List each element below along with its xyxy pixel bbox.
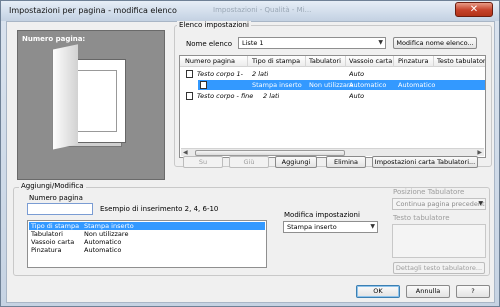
col-separator [393, 56, 394, 67]
dialog-window: Impostazioni per pagina - modifica elenc… [0, 0, 500, 307]
row-tipo: 2 lati [263, 92, 280, 100]
row-vassoio: Auto [349, 70, 365, 78]
listbox-key: Pinzatura [31, 246, 62, 254]
dialog-client: Numero pagina: Elenco impostazioni Nome … [6, 21, 495, 303]
elimina-label: Elimina [334, 158, 358, 166]
row-numero: Testo corpo - fine [197, 92, 254, 100]
dettagli-testo-label: Dettagli testo tabulatore... [395, 264, 483, 272]
giu-label: Giù [243, 158, 255, 166]
posizione-tabulatore-value: Continua pagina precedente [396, 200, 486, 208]
help-icon: ? [471, 287, 475, 295]
chevron-down-icon: ▼ [378, 39, 383, 46]
document-icon [186, 92, 193, 100]
document-icon [186, 70, 193, 78]
col-separator [305, 56, 306, 67]
col-vassoio-carta[interactable]: Vassoio carta [349, 57, 392, 65]
horizontal-scrollbar[interactable]: ◀ ▶ [181, 148, 484, 156]
annulla-button[interactable]: Annulla [406, 285, 450, 298]
esempio-text: Esempio di inserimento 2, 4, 6-10 [100, 205, 219, 213]
background-window-title: Impostazioni - Qualità - Mi... [213, 6, 312, 14]
chevron-down-icon: ▼ [370, 223, 375, 230]
listbox-value: Automatico [84, 238, 122, 246]
ok-button[interactable]: OK [356, 285, 400, 298]
impostazioni-tabulatori-button[interactable]: Impostazioni carta Tabulatori... [372, 156, 478, 168]
listview-row[interactable]: Testo corpo 1- 2 lati Auto [180, 69, 485, 79]
modifica-impostazioni-value: Stampa inserto [287, 223, 337, 231]
elimina-button[interactable]: Elimina [326, 156, 366, 168]
su-label: Su [198, 158, 208, 166]
listview-row[interactable]: Testo corpo - fine 2 lati Auto [180, 91, 485, 101]
aggiungi-group-label: Aggiungi/Modifica [19, 182, 86, 190]
col-separator [345, 56, 346, 67]
col-separator [433, 56, 434, 67]
document-icon [200, 81, 207, 89]
listbox-item[interactable]: Vassoio carta Automatico [29, 238, 265, 246]
listbox-item-selected[interactable]: Tipo di stampa Stampa inserto [29, 222, 265, 230]
window-title: Impostazioni per pagina - modifica elenc… [9, 6, 177, 15]
listbox-key: Tabulatori [31, 230, 63, 238]
elenco-group-label: Elenco impostazioni [177, 21, 251, 29]
impostazioni-tabulatori-label: Impostazioni carta Tabulatori... [374, 158, 476, 166]
settings-listview[interactable]: Numero pagina Tipo di stampa Tabulatori … [179, 55, 486, 158]
col-testo-tabulatore[interactable]: Testo tabulatore [437, 57, 485, 65]
su-button[interactable]: Su [183, 156, 223, 168]
modifica-impostazioni-select[interactable]: Stampa inserto ▼ [283, 221, 378, 233]
modifica-impostazioni-label: Modifica impostazioni [284, 211, 360, 219]
row-vassoio: Automatico [349, 81, 387, 89]
listview-header: Numero pagina Tipo di stampa Tabulatori … [180, 56, 485, 67]
row-tabulatori: Non utilizzare [309, 81, 354, 89]
help-button[interactable]: ? [456, 285, 490, 298]
listview-row-selected[interactable]: Stampa inserto Non utilizzare Automatico… [198, 80, 485, 90]
nome-elenco-value: Liste 1 [242, 39, 264, 47]
giu-button[interactable]: Giù [229, 156, 269, 168]
preview-tab-sheet [52, 44, 78, 150]
row-tipo: 2 lati [252, 70, 269, 78]
nome-elenco-select[interactable]: Liste 1 ▼ [238, 37, 386, 49]
preview-label: Numero pagina: [22, 35, 86, 43]
listbox-key: Vassoio carta [31, 238, 75, 246]
numero-pagina-label: Numero pagina [29, 194, 83, 202]
testo-tabulatore-field[interactable] [392, 224, 486, 258]
row-tipo: Stampa inserto [252, 81, 302, 89]
listbox-value: Stampa inserto [84, 222, 134, 230]
posizione-tabulatore-select[interactable]: Continua pagina precedente ▼ [392, 198, 486, 210]
col-tabulatori[interactable]: Tabulatori [309, 57, 341, 65]
row-numero: Testo corpo 1- [197, 70, 244, 78]
col-pinzatura[interactable]: Pinzatura [398, 57, 428, 65]
col-numero-pagina[interactable]: Numero pagina [185, 57, 235, 65]
col-separator [247, 56, 248, 67]
aggiungi-label: Aggiungi [281, 158, 311, 166]
listbox-key: Tipo di stampa [31, 222, 80, 230]
row-pinzatura: Automatico [398, 81, 436, 89]
nome-elenco-label: Nome elenco [186, 40, 232, 48]
testo-tabulatore-label: Testo tabulatore [393, 214, 450, 222]
chevron-down-icon: ▼ [478, 200, 483, 207]
modifica-nome-label: Modifica nome elenco... [396, 39, 474, 47]
listbox-value: Automatico [84, 246, 122, 254]
row-vassoio: Auto [349, 92, 365, 100]
close-icon: ✕ [469, 4, 479, 15]
title-bar[interactable]: Impostazioni per pagina - modifica elenc… [1, 1, 499, 21]
page-preview: Numero pagina: [17, 30, 165, 180]
listbox-value: Non utilizzare [84, 230, 129, 238]
col-tipo-stampa[interactable]: Tipo di stampa [252, 57, 300, 65]
scroll-left-icon[interactable]: ◀ [183, 149, 188, 156]
aggiungi-button[interactable]: Aggiungi [275, 156, 317, 168]
modifica-nome-button[interactable]: Modifica nome elenco... [393, 37, 477, 49]
settings-listbox[interactable]: Tipo di stampa Stampa inserto Tabulatori… [27, 220, 267, 268]
close-button[interactable]: ✕ [455, 2, 493, 17]
scroll-right-icon[interactable]: ▶ [477, 149, 482, 156]
numero-pagina-input[interactable] [27, 203, 93, 215]
listbox-item[interactable]: Pinzatura Automatico [29, 246, 265, 254]
posizione-tabulatore-label: Posizione Tabulatore [393, 188, 465, 196]
listbox-item[interactable]: Tabulatori Non utilizzare [29, 230, 265, 238]
dettagli-testo-button[interactable]: Dettagli testo tabulatore... [393, 262, 485, 274]
preview-page-margin [77, 70, 117, 132]
ok-label: OK [373, 287, 383, 295]
annulla-label: Annulla [415, 287, 441, 295]
